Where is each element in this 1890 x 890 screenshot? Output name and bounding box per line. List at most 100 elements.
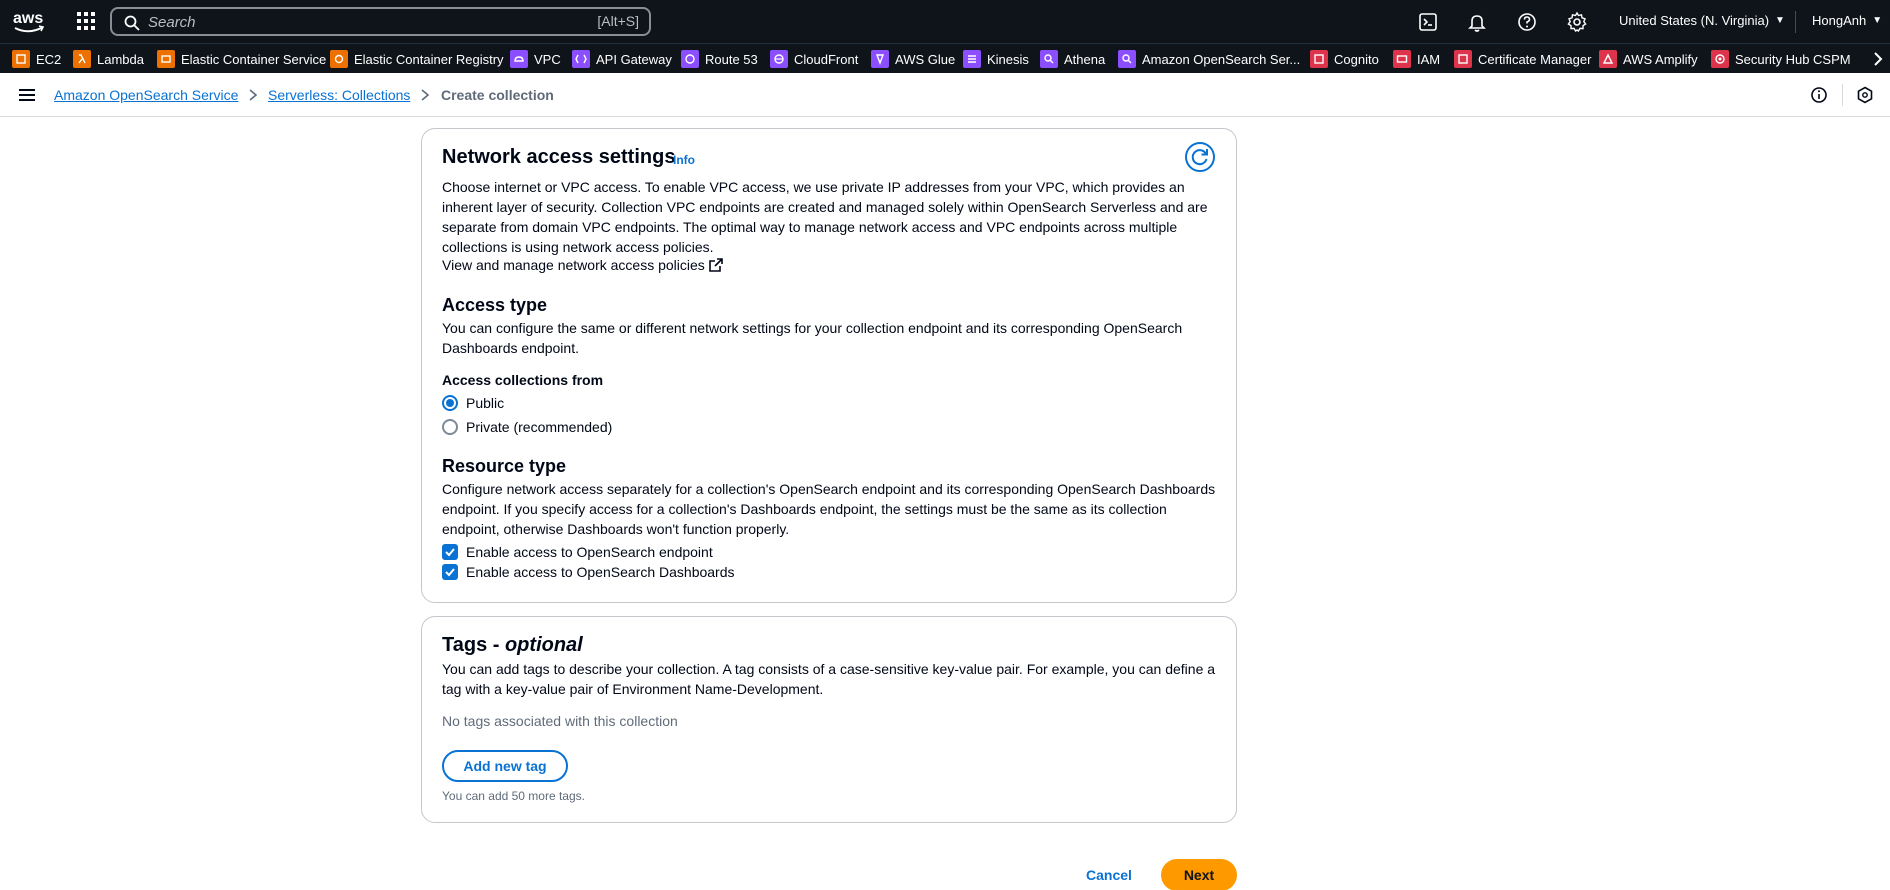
favorite-label: Route 53: [705, 51, 758, 67]
ecs-icon: [157, 50, 175, 68]
breadcrumb-opensearch-service[interactable]: Amazon OpenSearch Service: [54, 87, 238, 103]
search-shortcut: [Alt+S]: [597, 13, 639, 29]
favorite-label: Athena: [1064, 51, 1106, 67]
tags-description: You can add tags to describe your collec…: [442, 661, 1216, 697]
favorite-cloudfront[interactable]: CloudFront: [770, 49, 858, 69]
help-icon[interactable]: [1516, 11, 1538, 33]
kinesis-icon: [963, 50, 981, 68]
menu-hamburger-icon[interactable]: [17, 87, 37, 103]
aws-logo-icon[interactable]: aws: [12, 8, 46, 36]
ecr-icon: [330, 50, 348, 68]
favorite-label: Certificate Manager: [1478, 51, 1592, 67]
checkbox-opensearch-dashboards[interactable]: Enable access to OpenSearch Dashboards: [442, 564, 735, 580]
favorite-amplify[interactable]: AWS Amplify: [1599, 49, 1698, 69]
checkbox-checked[interactable]: [442, 544, 458, 560]
network-policies-link-label: View and manage network access policies: [442, 257, 705, 273]
favorite-iam[interactable]: IAM: [1393, 49, 1440, 69]
favorite-label: EC2: [36, 51, 62, 67]
caret-down-icon: ▼: [1872, 15, 1883, 26]
breadcrumb-serverless-collections[interactable]: Serverless: Collections: [268, 87, 410, 103]
favorite-vpc[interactable]: VPC: [510, 49, 561, 69]
network-info-link[interactable]: Info: [673, 153, 695, 167]
cancel-button[interactable]: Cancel: [1076, 859, 1142, 890]
breadcrumb-bar: Amazon OpenSearch Service Serverless: Co…: [0, 73, 1890, 117]
checkbox-opensearch-endpoint-label: Enable access to OpenSearch endpoint: [466, 544, 713, 560]
security-hub-icon: [1711, 50, 1729, 68]
favorite-label: IAM: [1417, 51, 1441, 67]
vpc-icon: [510, 50, 528, 68]
external-link-icon: [708, 258, 723, 272]
account-name: HongAnh: [1812, 13, 1867, 28]
search-icon: [124, 15, 140, 31]
region-selector[interactable]: United States (N. Virginia) ▼: [1619, 13, 1785, 28]
favorite-label: Elastic Container Service: [181, 51, 327, 67]
tags-empty-state: No tags associated with this collection: [442, 713, 678, 729]
aws-logo-text: aws: [13, 10, 43, 27]
route53-icon: [681, 50, 699, 68]
cloudshell-icon[interactable]: [1417, 11, 1439, 33]
network-access-container: Network access settings Info Choose inte…: [421, 128, 1237, 603]
caret-down-icon: ▼: [1775, 15, 1785, 26]
add-new-tag-button[interactable]: Add new tag: [442, 750, 568, 782]
favorite-kinesis[interactable]: Kinesis: [963, 49, 1029, 69]
tags-title-text: Tags -: [442, 634, 505, 656]
favorite-opensearch[interactable]: Amazon OpenSearch Ser...: [1118, 49, 1300, 69]
certificate-manager-icon: [1454, 50, 1472, 68]
network-policies-link[interactable]: View and manage network access policies: [442, 257, 723, 273]
checkbox-checked[interactable]: [442, 564, 458, 580]
favorite-ec2[interactable]: EC2: [12, 49, 61, 69]
lambda-icon: [73, 50, 91, 68]
favorite-route53[interactable]: Route 53: [681, 49, 758, 69]
radio-public-button[interactable]: [442, 395, 458, 411]
chevron-right-icon: [249, 89, 258, 101]
radio-public[interactable]: Public: [442, 395, 504, 411]
feedback-hexagon-icon[interactable]: [1856, 86, 1874, 104]
refresh-icon[interactable]: [1184, 141, 1216, 173]
opensearch-icon: [1118, 50, 1136, 68]
favorite-label: Cognito: [1334, 51, 1379, 67]
info-panel-icon[interactable]: [1810, 86, 1828, 104]
top-navigation: aws [Alt+S] United States (N.: [0, 0, 1890, 43]
settings-gear-icon[interactable]: [1566, 11, 1588, 33]
checkbox-opensearch-endpoint[interactable]: Enable access to OpenSearch endpoint: [442, 544, 713, 560]
radio-private[interactable]: Private (recommended): [442, 419, 612, 435]
cloudfront-icon: [770, 50, 788, 68]
access-collections-label: Access collections from: [442, 372, 604, 388]
chevron-right-icon: [421, 89, 430, 101]
tags-title-optional: optional: [504, 634, 583, 656]
favorite-label: AWS Amplify: [1623, 51, 1698, 67]
favorite-label: Amazon OpenSearch Ser...: [1142, 51, 1301, 67]
services-grid-icon[interactable]: [76, 11, 96, 31]
favorite-label: API Gateway: [596, 51, 672, 67]
global-search[interactable]: [Alt+S]: [110, 7, 651, 36]
favorite-label: Elastic Container Registry: [354, 51, 504, 67]
breadcrumb-current: Create collection: [441, 87, 554, 103]
tools-divider: [1842, 84, 1843, 106]
favorite-glue[interactable]: AWS Glue: [871, 49, 955, 69]
favorite-cognito[interactable]: Cognito: [1310, 49, 1379, 69]
tags-limit-text: You can add 50 more tags.: [442, 789, 585, 803]
favorite-label: Security Hub CSPM: [1735, 51, 1851, 67]
favorite-ecs[interactable]: Elastic Container Service: [157, 49, 326, 69]
cognito-icon: [1310, 50, 1328, 68]
favorite-label: Lambda: [97, 51, 144, 67]
favorite-label: AWS Glue: [895, 51, 956, 67]
favorite-label: Kinesis: [987, 51, 1029, 67]
network-access-title: Network access settings: [442, 146, 676, 168]
radio-private-label: Private (recommended): [466, 419, 613, 435]
radio-private-button[interactable]: [442, 419, 458, 435]
favorite-ecr[interactable]: Elastic Container Registry: [330, 49, 504, 69]
favorite-athena[interactable]: Athena: [1040, 49, 1105, 69]
chevron-right-icon[interactable]: [1868, 48, 1888, 70]
favorite-lambda[interactable]: Lambda: [73, 49, 144, 69]
access-type-heading: Access type: [442, 295, 548, 315]
favorite-api-gateway[interactable]: API Gateway: [572, 49, 672, 69]
notifications-bell-icon[interactable]: [1466, 11, 1488, 33]
account-menu[interactable]: HongAnh ▼: [1812, 13, 1882, 28]
next-button[interactable]: Next: [1161, 859, 1237, 890]
favorite-security-hub[interactable]: Security Hub CSPM: [1711, 49, 1851, 69]
favorite-certificate-manager[interactable]: Certificate Manager: [1454, 49, 1591, 69]
nav-divider: [1795, 11, 1796, 33]
api-gateway-icon: [572, 50, 590, 68]
search-input[interactable]: [148, 12, 568, 32]
